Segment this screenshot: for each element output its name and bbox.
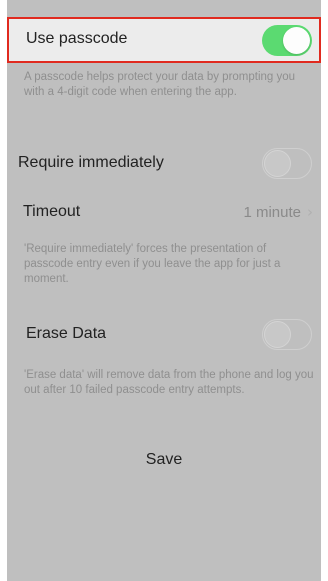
timeout-value-wrap: 1 minute › [243, 203, 313, 221]
use-passcode-label: Use passcode [26, 30, 128, 47]
toggle-knob [263, 149, 291, 177]
require-immediately-toggle[interactable] [262, 148, 312, 179]
require-immediately-row[interactable]: Require immediately [7, 141, 321, 185]
use-passcode-toggle[interactable] [262, 25, 312, 56]
require-help-text: 'Require immediately' forces the present… [24, 243, 281, 285]
save-button[interactable]: Save [7, 438, 321, 482]
timeout-row[interactable]: Timeout 1 minute › [7, 190, 321, 234]
erase-data-toggle[interactable] [262, 319, 312, 350]
require-immediately-label: Require immediately [18, 154, 164, 171]
toggle-knob [283, 27, 310, 54]
timeout-value: 1 minute [243, 203, 301, 221]
erase-data-row[interactable]: Erase Data [7, 312, 321, 356]
toggle-knob [263, 320, 291, 348]
chevron-right-icon: › [307, 203, 313, 221]
erase-help-text: 'Erase data' will remove data from the p… [24, 369, 314, 396]
use-passcode-row[interactable]: Use passcode [7, 17, 321, 63]
settings-screen: Use passcode A passcode helps protect yo… [7, 0, 321, 581]
timeout-label: Timeout [23, 203, 81, 220]
erase-data-label: Erase Data [26, 325, 107, 342]
passcode-help-text: A passcode helps protect your data by pr… [24, 71, 296, 98]
